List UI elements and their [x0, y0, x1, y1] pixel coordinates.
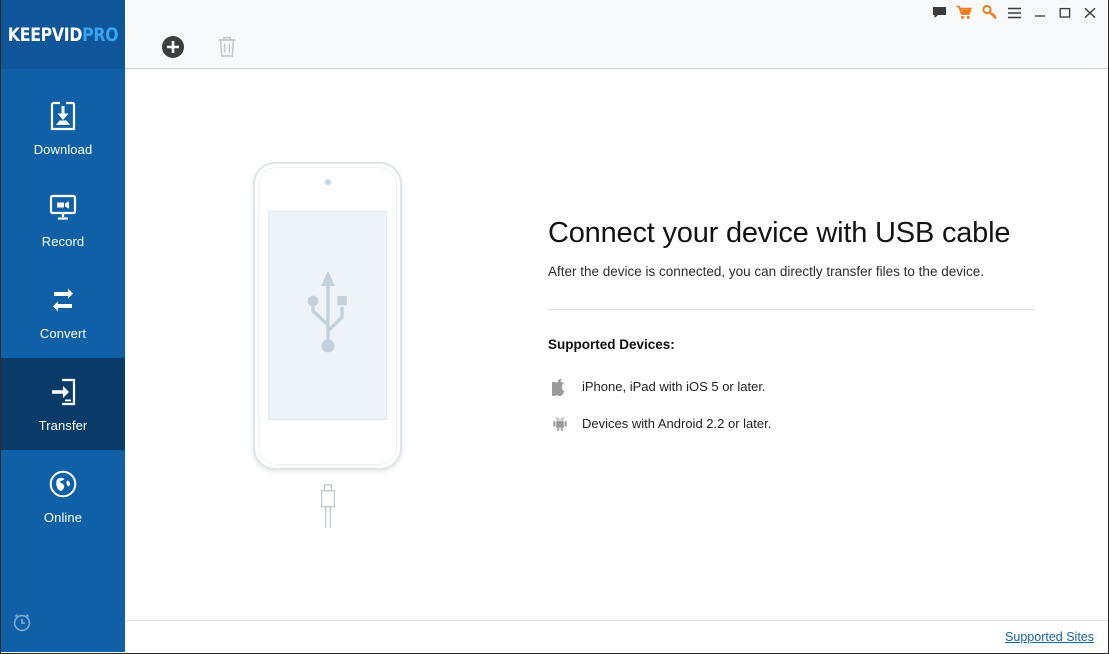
title-bar	[125, 0, 1108, 25]
cart-icon[interactable]	[952, 2, 977, 24]
add-button[interactable]	[156, 30, 190, 64]
toolbar	[125, 25, 1108, 69]
download-icon	[46, 99, 80, 133]
maximize-icon[interactable]	[1052, 2, 1077, 24]
menu-icon[interactable]	[1002, 2, 1027, 24]
feedback-icon[interactable]	[927, 2, 952, 24]
content-area: Connect your device with USB cable After…	[125, 69, 1108, 620]
record-icon	[46, 191, 80, 225]
sidebar-item-download[interactable]: Download	[1, 82, 125, 174]
instructions-panel: Connect your device with USB cable After…	[530, 69, 1035, 442]
logo-secondary-text: PRO	[82, 23, 119, 46]
main-pane: Connect your device with USB cable After…	[125, 0, 1108, 653]
device-illustration	[125, 69, 530, 530]
camera-dot-icon	[324, 179, 331, 185]
usb-trident-icon	[300, 267, 356, 364]
page-subtitle: After the device is connected, you can d…	[548, 264, 984, 279]
alarm-clock-icon[interactable]	[11, 611, 33, 638]
convert-icon	[46, 283, 80, 317]
page-title: Connect your device with USB cable	[548, 217, 1011, 249]
transfer-icon	[46, 375, 80, 409]
close-icon[interactable]	[1077, 2, 1102, 24]
minimize-icon[interactable]	[1027, 2, 1052, 24]
list-item: Devices with Android 2.2 or later.	[548, 405, 1035, 442]
sidebar-item-convert[interactable]: Convert	[1, 266, 125, 358]
android-icon	[548, 416, 582, 432]
application-window: KEEPVIDPRO Download Record Convert Trans…	[0, 0, 1109, 654]
sidebar-item-record[interactable]: Record	[1, 174, 125, 266]
list-item-label: Devices with Android 2.2 or later.	[582, 416, 772, 431]
globe-icon	[46, 467, 80, 501]
sidebar-nav: Download Record Convert Transfer Online	[1, 69, 125, 596]
sidebar-item-label: Online	[43, 510, 83, 525]
list-item-label: iPhone, iPad with iOS 5 or later.	[582, 379, 766, 394]
apple-icon	[548, 378, 582, 396]
delete-button[interactable]	[210, 30, 244, 64]
sidebar-item-label: Transfer	[38, 418, 88, 433]
key-icon[interactable]	[977, 2, 1002, 24]
smartphone-outline	[253, 162, 402, 470]
status-bar: Supported Sites	[125, 620, 1108, 653]
sidebar-item-label: Convert	[39, 326, 87, 341]
list-item: iPhone, iPad with iOS 5 or later.	[548, 368, 1035, 405]
sidebar-item-label: Download	[33, 142, 93, 157]
sidebar: KEEPVIDPRO Download Record Convert Trans…	[1, 0, 125, 652]
logo-primary-text: KEEPVID	[7, 23, 83, 46]
phone-screen	[268, 211, 387, 420]
supported-devices-list: iPhone, iPad with iOS 5 or later. Device…	[548, 368, 1035, 442]
sidebar-footer	[1, 596, 125, 652]
section-divider	[548, 309, 1035, 310]
sidebar-item-online[interactable]: Online	[1, 450, 125, 542]
supported-devices-heading: Supported Devices:	[548, 337, 675, 352]
supported-sites-link[interactable]: Supported Sites	[1005, 630, 1094, 644]
sidebar-item-label: Record	[41, 234, 85, 249]
sidebar-item-transfer[interactable]: Transfer	[1, 358, 125, 450]
usb-connector-icon	[314, 484, 342, 530]
app-logo: KEEPVIDPRO	[1, 0, 125, 69]
